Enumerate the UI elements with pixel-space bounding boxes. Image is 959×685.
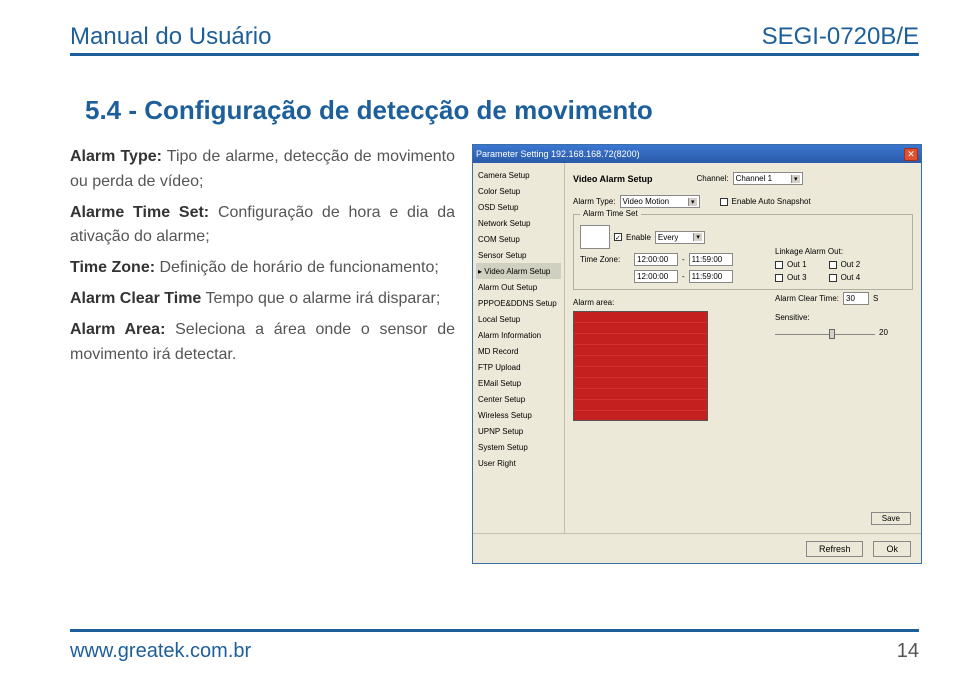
sensitive-slider[interactable] — [775, 330, 875, 338]
body-text: Alarm Type: Tipo de alarme, detecção de … — [70, 145, 455, 373]
sidebar-item[interactable]: Local Setup — [476, 311, 561, 327]
header: Manual do Usuário SEGI-0720B/E — [70, 16, 919, 56]
sensitive-value: 20 — [879, 328, 888, 337]
sidebar-item[interactable]: Color Setup — [476, 183, 561, 199]
out1-label: Out 1 — [787, 260, 807, 269]
calendar-icon[interactable] — [580, 225, 610, 249]
panel-title: Video Alarm Setup — [573, 174, 653, 184]
page-number: 14 — [897, 640, 919, 663]
linkage-label: Linkage Alarm Out: — [775, 247, 905, 256]
sidebar-item[interactable]: Network Setup — [476, 215, 561, 231]
window-titlebar: Parameter Setting 192.168.168.72(8200) ✕ — [473, 145, 921, 163]
sidebar-item[interactable]: Camera Setup — [476, 167, 561, 183]
chevron-down-icon: ▾ — [688, 198, 697, 206]
term-alarm-type: Alarm Type: — [70, 148, 162, 165]
out3-label: Out 3 — [787, 273, 807, 282]
footer: www.greatek.com.br 14 — [70, 629, 919, 667]
ok-button[interactable]: Ok — [873, 541, 911, 557]
channel-label: Channel: — [697, 174, 729, 183]
dash: - — [682, 272, 685, 281]
sidebar-item[interactable]: PPPOE&DDNS Setup — [476, 295, 561, 311]
sidebar-item[interactable]: COM Setup — [476, 231, 561, 247]
desc-time-zone: Definição de horário de funcionamento; — [155, 259, 439, 276]
clear-time-input[interactable]: 30 — [843, 292, 869, 305]
sidebar-item[interactable]: MD Record — [476, 343, 561, 359]
enable-label: Enable — [626, 233, 651, 242]
sidebar-item[interactable]: FTP Upload — [476, 359, 561, 375]
sidebar-item[interactable]: System Setup — [476, 439, 561, 455]
alarm-area-label: Alarm area: — [573, 298, 614, 307]
sidebar-item[interactable]: ▸ Video Alarm Setup — [476, 263, 561, 279]
sidebar-item[interactable]: OSD Setup — [476, 199, 561, 215]
refresh-button[interactable]: Refresh — [806, 541, 864, 557]
sidebar-item[interactable]: Alarm Information — [476, 327, 561, 343]
out2-checkbox[interactable] — [829, 261, 837, 269]
term-time-zone: Time Zone: — [70, 259, 155, 276]
dash: - — [682, 255, 685, 264]
save-button[interactable]: Save — [871, 512, 911, 525]
alarm-type-select[interactable]: Video Motion▾ — [620, 195, 700, 208]
tz1-from-input[interactable]: 12:00:00 — [634, 253, 678, 266]
sidebar-item[interactable]: Wireless Setup — [476, 407, 561, 423]
out4-checkbox[interactable] — [829, 274, 837, 282]
term-alarm-time-set: Alarme Time Set: — [70, 204, 209, 221]
sensitive-label: Sensitive: — [775, 313, 810, 322]
sidebar-item[interactable]: Center Setup — [476, 391, 561, 407]
settings-window: Parameter Setting 192.168.168.72(8200) ✕… — [472, 144, 922, 564]
auto-snapshot-checkbox[interactable] — [720, 198, 728, 206]
footer-url: www.greatek.com.br — [70, 640, 251, 663]
term-alarm-area: Alarm Area: — [70, 321, 165, 338]
interval-select[interactable]: Every▾ — [655, 231, 705, 244]
term-alarm-clear-time: Alarm Clear Time — [70, 290, 201, 307]
tz1-to-input[interactable]: 11:59:00 — [689, 253, 733, 266]
sidebar-item[interactable]: User Right — [476, 455, 561, 471]
close-icon[interactable]: ✕ — [904, 148, 918, 161]
sidebar-item[interactable]: UPNP Setup — [476, 423, 561, 439]
linkage-column: Linkage Alarm Out: Out 1 Out 2 Out 3 Out… — [775, 247, 905, 338]
window-footer: Refresh Ok — [473, 533, 921, 563]
alarm-area-grid[interactable] — [573, 311, 708, 421]
section-heading: 5.4 - Configuração de detecção de movime… — [85, 95, 653, 126]
sidebar-item[interactable]: Alarm Out Setup — [476, 279, 561, 295]
clear-unit: S — [873, 294, 878, 303]
auto-snapshot-label: Enable Auto Snapshot — [732, 197, 811, 206]
sidebar-item[interactable]: EMail Setup — [476, 375, 561, 391]
desc-alarm-clear-time: Tempo que o alarme irá disparar; — [201, 290, 440, 307]
chevron-down-icon: ▾ — [693, 233, 702, 241]
clear-time-label: Alarm Clear Time: — [775, 294, 839, 303]
settings-panel: Video Alarm Setup Channel: Channel 1▾ Al… — [565, 163, 921, 533]
doc-code: SEGI-0720B/E — [762, 23, 919, 51]
tz2-to-input[interactable]: 11:59:00 — [689, 270, 733, 283]
sidebar-item[interactable]: Sensor Setup — [476, 247, 561, 263]
out4-label: Out 4 — [841, 273, 861, 282]
chevron-down-icon: ▾ — [791, 175, 800, 183]
out1-checkbox[interactable] — [775, 261, 783, 269]
out3-checkbox[interactable] — [775, 274, 783, 282]
tz2-from-input[interactable]: 12:00:00 — [634, 270, 678, 283]
doc-title: Manual do Usuário — [70, 23, 271, 51]
alarm-type-label: Alarm Type: — [573, 197, 616, 206]
timezone-label: Time Zone: — [580, 255, 630, 264]
time-set-legend: Alarm Time Set — [580, 209, 641, 218]
channel-select[interactable]: Channel 1▾ — [733, 172, 803, 185]
window-title: Parameter Setting 192.168.168.72(8200) — [476, 149, 640, 159]
settings-sidebar: Camera SetupColor SetupOSD SetupNetwork … — [473, 163, 565, 533]
out2-label: Out 2 — [841, 260, 861, 269]
enable-checkbox[interactable] — [614, 233, 622, 241]
